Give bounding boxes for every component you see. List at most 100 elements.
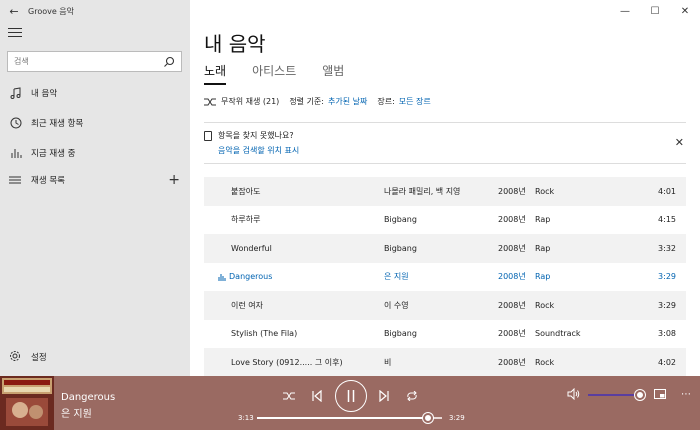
sort-label: 정렬 기준:: [289, 97, 324, 106]
table-row[interactable]: 붙잡아도 나몰라 패밀리, 백 지영 2008년 Rock 4:01: [204, 177, 686, 206]
list-icon: [9, 173, 23, 187]
genre-dropdown[interactable]: 모든 장르: [399, 96, 431, 107]
close-notice-button[interactable]: ✕: [675, 136, 684, 149]
maximize-button[interactable]: ☐: [640, 0, 670, 22]
track-artist[interactable]: Bigbang: [384, 244, 417, 253]
tab-bar: 노래 아티스트 앨범: [204, 62, 370, 85]
bars-icon: [9, 146, 23, 160]
sidebar-item-recent[interactable]: 최근 재생 항목: [0, 108, 190, 138]
search-icon[interactable]: [163, 56, 175, 68]
track-artist[interactable]: 나몰라 패밀리, 백 지영: [384, 186, 460, 197]
sidebar-item-settings[interactable]: 설정: [9, 350, 47, 364]
divider: [204, 163, 686, 164]
filter-bar: 무작위 재생 (21) 정렬 기준: 추가된 날짜 장르: 모든 장르: [204, 96, 431, 107]
sidebar-nav: 내 음악 최근 재생 항목 지금 재생 중: [0, 78, 190, 168]
volume-slider[interactable]: [588, 390, 645, 400]
genre-label: 장르:: [377, 97, 395, 106]
total-time: 3:29: [449, 414, 465, 422]
track-artist[interactable]: 은 지원: [384, 271, 409, 282]
track-year: 2008년: [498, 300, 526, 310]
speaker-icon: [567, 388, 579, 400]
table-row[interactable]: Love Story (0912..... 그 이후) 비 2008년 Rock…: [204, 348, 686, 377]
shuffle-all-button[interactable]: 무작위 재생 (21): [221, 96, 279, 107]
skip-back-icon: [312, 390, 322, 402]
window-controls: — ☐ ✕: [610, 0, 700, 22]
title-bar: ← Groove 음악: [0, 0, 190, 22]
track-title: 하루하루: [231, 215, 261, 225]
track-title-cell: Dangerous: [218, 272, 272, 281]
track-duration: 3:08: [658, 329, 676, 339]
add-playlist-button[interactable]: +: [168, 172, 180, 188]
sidebar-item-label: 최근 재생 항목: [31, 119, 84, 129]
minimize-button[interactable]: —: [610, 0, 640, 22]
track-artist[interactable]: Bigbang: [384, 329, 417, 338]
close-button[interactable]: ✕: [670, 0, 700, 22]
notice-text: 항목을 찾지 못했나요?: [218, 131, 294, 140]
page-title: 내 음악: [204, 32, 266, 56]
previous-button[interactable]: [309, 388, 325, 404]
track-duration: 3:29: [658, 300, 676, 310]
track-duration: 3:32: [658, 243, 676, 253]
track-genre: Rock: [535, 300, 555, 310]
track-artist[interactable]: Bigbang: [384, 215, 417, 224]
sidebar-item-now-playing[interactable]: 지금 재생 중: [0, 138, 190, 168]
seek-bar[interactable]: [257, 413, 442, 423]
shuffle-button[interactable]: [281, 388, 297, 404]
repeat-button[interactable]: [404, 388, 420, 404]
volume-handle[interactable]: [635, 390, 645, 400]
table-row[interactable]: 하루하루 Bigbang 2008년 Rap 4:15: [204, 206, 686, 235]
now-playing-artist[interactable]: 은 지원: [61, 405, 92, 420]
more-options-button[interactable]: ⋯: [678, 387, 694, 401]
table-row[interactable]: Wonderful Bigbang 2008년 Rap 3:32: [204, 234, 686, 263]
next-button[interactable]: [376, 388, 392, 404]
now-playing-title[interactable]: Dangerous: [61, 392, 115, 403]
back-arrow-icon: ←: [9, 4, 19, 18]
track-genre: Rap: [535, 272, 551, 282]
sidebar: ← Groove 음악 내 음악 최근 재생 항목: [0, 0, 190, 376]
notice-banner: 항목을 찾지 못했나요? 음악을 검색할 위치 표시: [204, 130, 299, 156]
mini-view-button[interactable]: [652, 387, 668, 401]
pause-button[interactable]: [335, 380, 367, 412]
sidebar-item-my-music[interactable]: 내 음악: [0, 78, 190, 108]
sort-dropdown[interactable]: 추가된 날짜: [328, 96, 367, 107]
music-note-icon: [9, 86, 23, 100]
track-genre: Rock: [535, 186, 555, 196]
track-artist[interactable]: 비: [384, 357, 391, 368]
track-artist[interactable]: 이 수영: [384, 300, 409, 311]
sidebar-item-label: 내 음악: [31, 89, 58, 99]
tab-artists[interactable]: 아티스트: [252, 62, 296, 85]
track-duration: 4:01: [658, 186, 676, 196]
search-input[interactable]: [14, 57, 163, 66]
track-year: 2008년: [498, 329, 526, 339]
track-title: Stylish (The Fila): [231, 329, 298, 339]
sidebar-item-label: 재생 목록: [31, 176, 65, 186]
track-title: 이런 여자: [231, 300, 263, 310]
tab-albums[interactable]: 앨범: [322, 62, 344, 85]
repeat-icon: [407, 391, 417, 401]
hamburger-menu-icon[interactable]: [8, 28, 22, 40]
track-title: Wonderful: [231, 243, 272, 253]
sidebar-item-playlists[interactable]: 재생 목록 +: [0, 166, 190, 194]
track-genre: Rock: [535, 357, 555, 367]
tab-songs[interactable]: 노래: [204, 62, 227, 85]
track-genre: Rap: [535, 243, 551, 253]
show-music-locations-link[interactable]: 음악을 검색할 위치 표시: [218, 145, 299, 156]
track-title: Love Story (0912..... 그 이후): [231, 357, 343, 367]
track-year: 2008년: [498, 243, 526, 253]
back-button[interactable]: ←: [0, 0, 28, 22]
table-row[interactable]: 이런 여자 이 수영 2008년 Rock 3:29: [204, 291, 686, 320]
minimize-icon: —: [620, 5, 630, 17]
track-genre: Soundtrack: [535, 329, 581, 339]
track-year: 2008년: [498, 357, 526, 367]
table-row[interactable]: Stylish (The Fila) Bigbang 2008년 Soundtr…: [204, 320, 686, 349]
equalizer-icon: [218, 273, 226, 281]
track-list: 붙잡아도 나몰라 패밀리, 백 지영 2008년 Rock 4:01 하루하루 …: [204, 177, 686, 377]
seek-handle[interactable]: [422, 413, 433, 423]
volume-button[interactable]: [565, 386, 581, 402]
maximize-icon: ☐: [650, 5, 660, 17]
tablet-icon: [204, 130, 212, 141]
search-box[interactable]: [7, 51, 182, 72]
table-row-playing[interactable]: Dangerous 은 지원 2008년 Rap 3:29: [204, 263, 686, 292]
close-icon: ✕: [674, 136, 684, 149]
album-art[interactable]: [0, 376, 54, 430]
